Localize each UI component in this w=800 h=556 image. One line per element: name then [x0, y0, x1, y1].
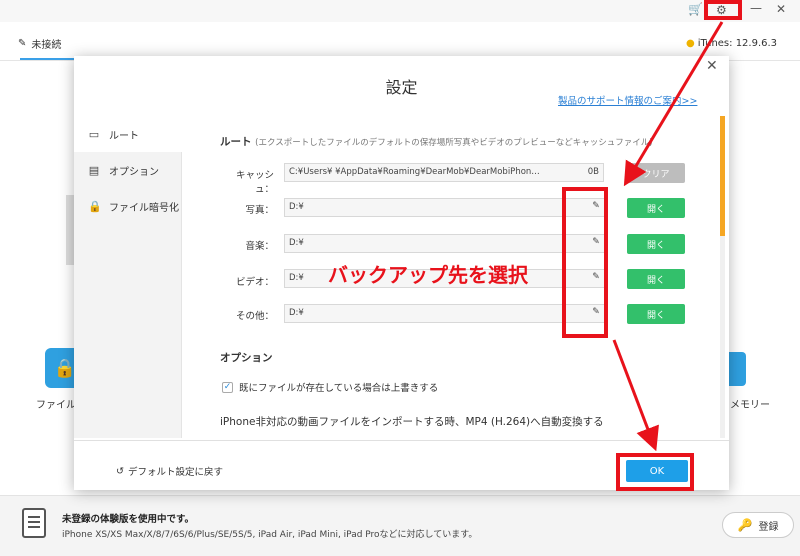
annotation-arrows: [612, 21, 724, 452]
arrow-gear-to-edit: [623, 21, 724, 187]
arrow-edit-to-ok: [612, 339, 659, 452]
